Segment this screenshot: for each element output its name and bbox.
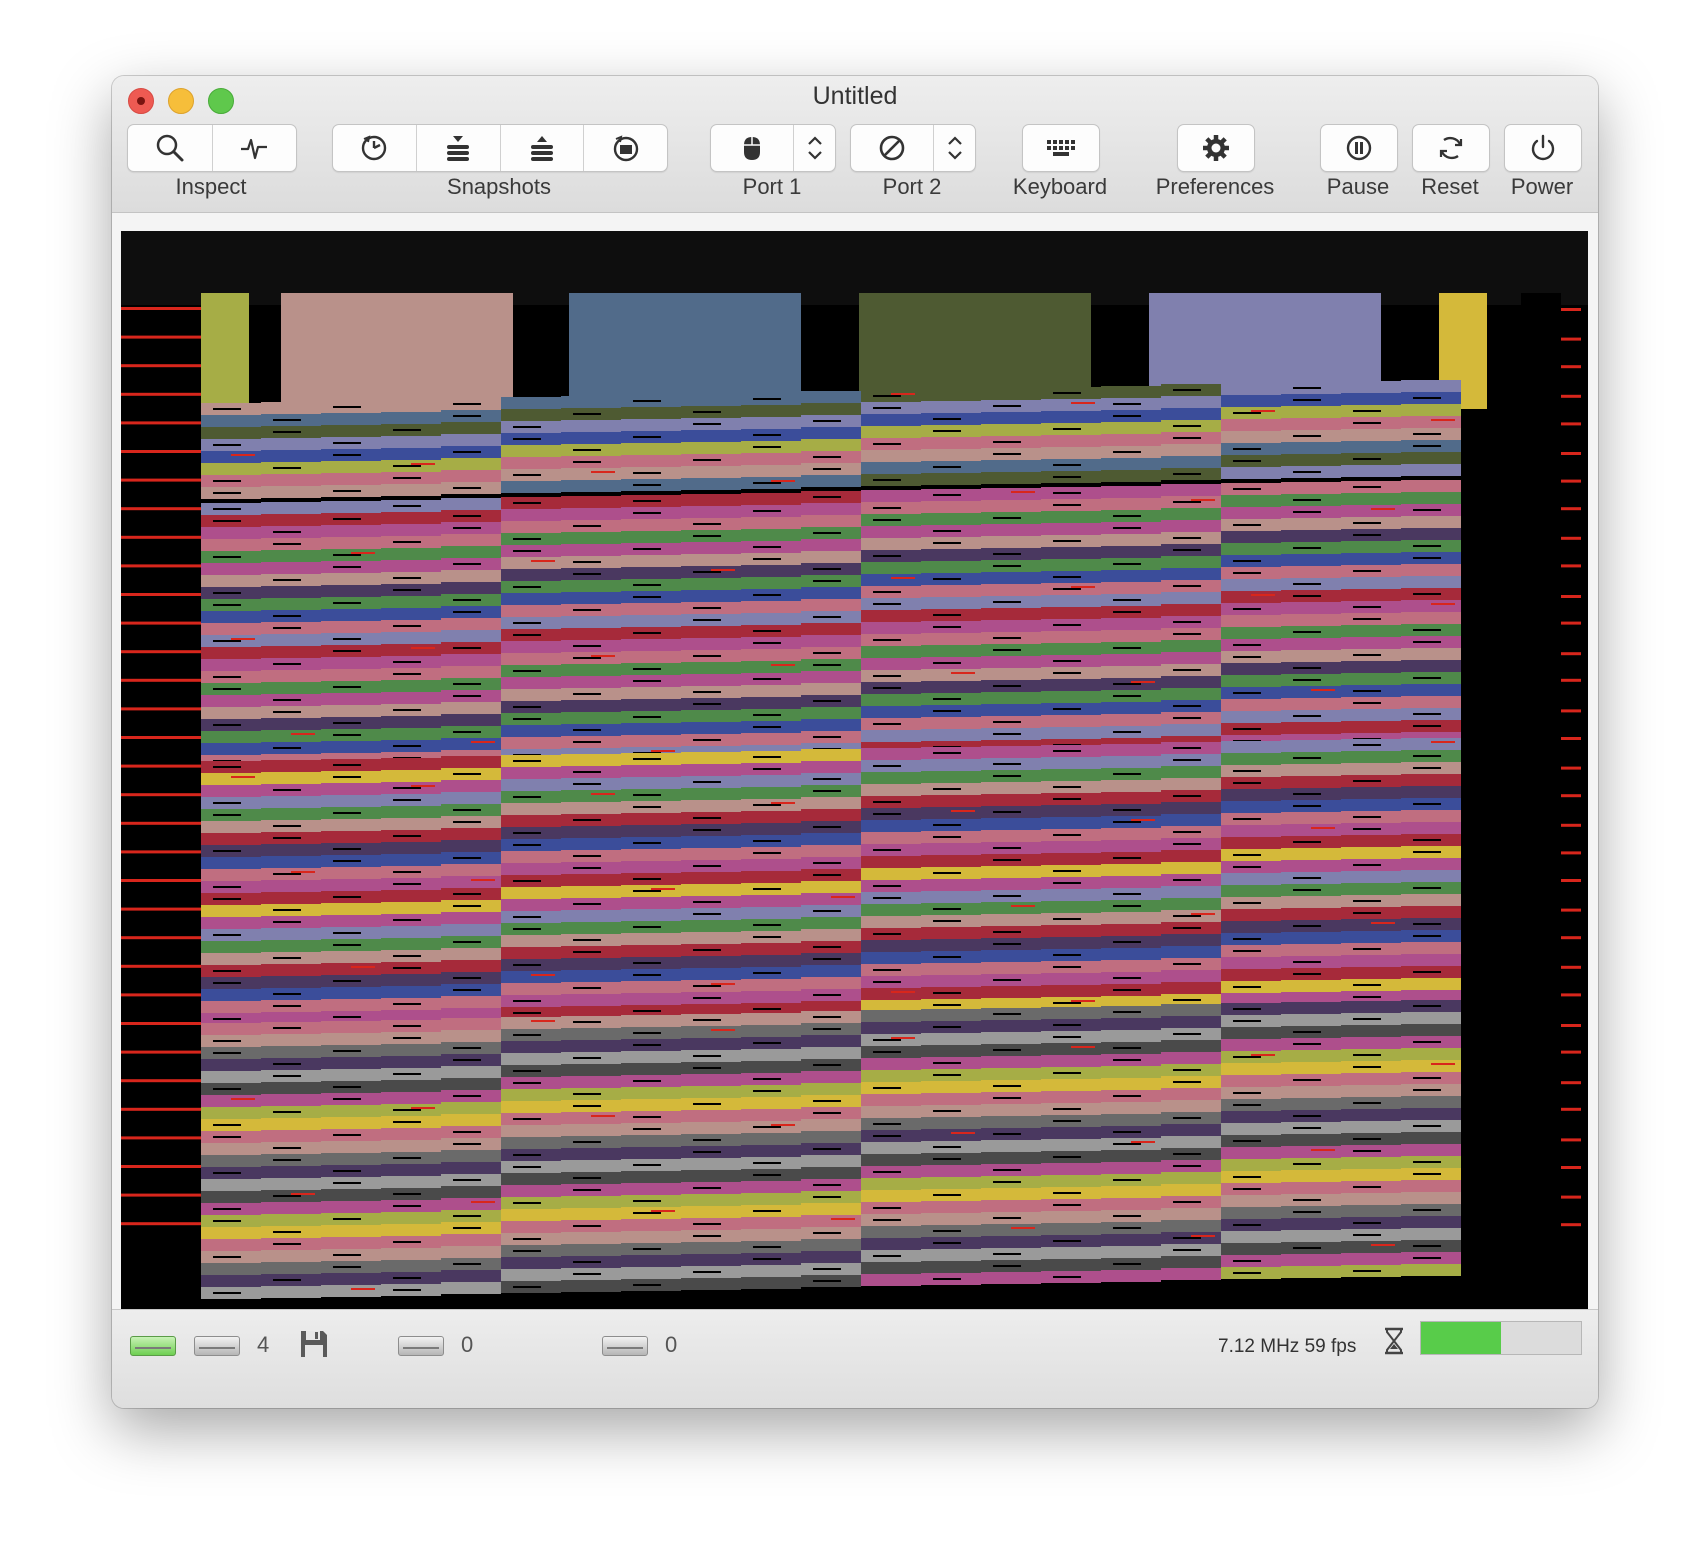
auto-snapshot-button[interactable] bbox=[333, 125, 417, 171]
port1-device bbox=[711, 125, 794, 171]
drive-9-count: 0 bbox=[461, 1332, 474, 1357]
keyboard-button[interactable] bbox=[1022, 124, 1100, 172]
drive-10-count: 0 bbox=[665, 1332, 678, 1357]
preferences-label: Preferences bbox=[1155, 174, 1275, 199]
browse-snapshots-button[interactable] bbox=[584, 125, 667, 171]
port2-label: Port 2 bbox=[882, 174, 942, 199]
hourglass-icon[interactable] bbox=[1382, 1326, 1406, 1356]
pause-label: Pause bbox=[1326, 174, 1390, 199]
port2-popup[interactable] bbox=[850, 124, 976, 172]
gear-icon bbox=[1203, 135, 1229, 161]
floppy-disk-icon[interactable] bbox=[298, 1328, 330, 1360]
reset-icon bbox=[1439, 136, 1463, 160]
drive-9-icon[interactable] bbox=[398, 1336, 444, 1356]
drive-10-icon[interactable] bbox=[602, 1336, 648, 1356]
keyboard-label: Keyboard bbox=[1012, 174, 1108, 199]
stack-down-icon bbox=[447, 136, 470, 161]
magnifier-icon bbox=[156, 134, 184, 162]
drive-8-count: 4 bbox=[257, 1332, 270, 1357]
take-snapshot-button[interactable] bbox=[417, 125, 501, 171]
clock-icon bbox=[362, 135, 387, 161]
emulator-area bbox=[112, 213, 1598, 1329]
port1-label: Port 1 bbox=[742, 174, 802, 199]
no-device-icon bbox=[879, 135, 905, 161]
pause-icon bbox=[1346, 135, 1372, 161]
preferences-button[interactable] bbox=[1177, 124, 1255, 172]
titlebar: Untitled Inspect Snapshots Port 1 Port 2… bbox=[112, 76, 1598, 213]
emulator-screen[interactable] bbox=[121, 231, 1588, 1329]
power-button[interactable] bbox=[1504, 124, 1582, 172]
port1-chevrons bbox=[794, 125, 835, 171]
inspect-group bbox=[127, 124, 297, 172]
statusbar: 4 0 0 7.12 MHz 59 fps bbox=[112, 1309, 1598, 1408]
monitor-button[interactable] bbox=[213, 125, 297, 171]
keyboard-seg bbox=[1023, 125, 1099, 171]
emulator-window: Untitled Inspect Snapshots Port 1 Port 2… bbox=[112, 76, 1598, 1408]
folder-revert-icon bbox=[613, 135, 638, 162]
power-icon bbox=[1531, 134, 1555, 161]
reset-label: Reset bbox=[1421, 174, 1479, 199]
pause-seg bbox=[1321, 125, 1397, 171]
drive-8-led-icon[interactable] bbox=[130, 1336, 176, 1356]
drive-8-icon[interactable] bbox=[194, 1336, 240, 1356]
updown-chevron-icon bbox=[807, 136, 822, 160]
snapshots-label: Snapshots bbox=[447, 174, 551, 199]
mouse-icon bbox=[744, 137, 760, 160]
snapshots-group bbox=[332, 124, 668, 172]
keyboard-icon bbox=[1047, 140, 1075, 156]
preferences-seg bbox=[1178, 125, 1254, 171]
reset-seg bbox=[1413, 125, 1489, 171]
waveform-icon bbox=[241, 138, 268, 160]
restore-snapshot-button[interactable] bbox=[501, 125, 585, 171]
warp-meter-fill bbox=[1421, 1322, 1501, 1354]
port2-chevrons bbox=[934, 125, 975, 171]
inspect-label: Inspect bbox=[175, 174, 247, 199]
speed-readout: 7.12 MHz 59 fps bbox=[1218, 1336, 1357, 1357]
pause-button[interactable] bbox=[1320, 124, 1398, 172]
port1-popup[interactable] bbox=[710, 124, 836, 172]
reset-button[interactable] bbox=[1412, 124, 1490, 172]
stack-up-icon bbox=[530, 136, 553, 161]
port2-device bbox=[851, 125, 934, 171]
power-label: Power bbox=[1510, 174, 1574, 199]
inspector-button[interactable] bbox=[128, 125, 213, 171]
window-title: Untitled bbox=[812, 82, 898, 110]
warp-meter bbox=[1420, 1321, 1582, 1355]
updown-chevron-icon bbox=[947, 136, 962, 160]
power-seg bbox=[1505, 125, 1581, 171]
